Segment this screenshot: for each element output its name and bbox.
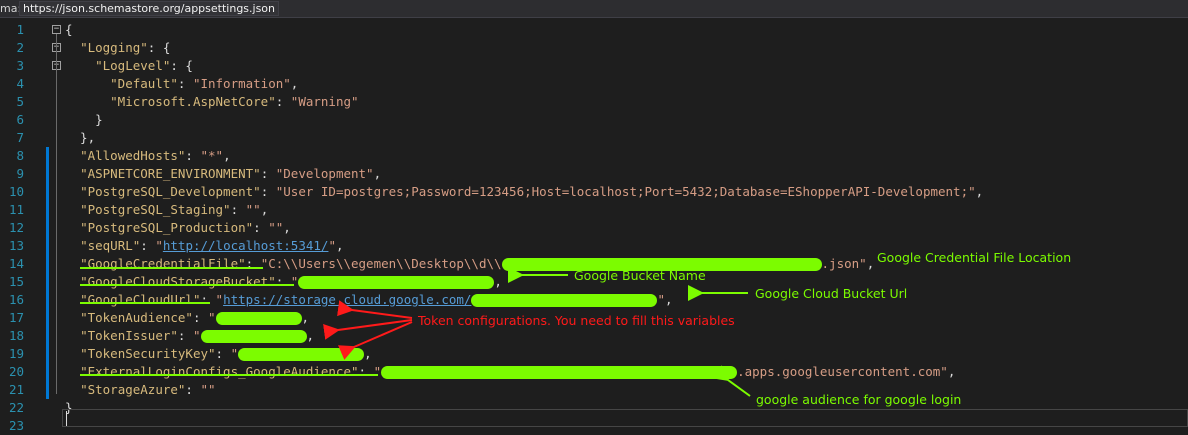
arrow-token-audience <box>337 300 413 319</box>
arrow-token-issuer <box>323 319 413 340</box>
arrow-audience <box>711 365 751 397</box>
annotation-arrows <box>323 267 751 397</box>
